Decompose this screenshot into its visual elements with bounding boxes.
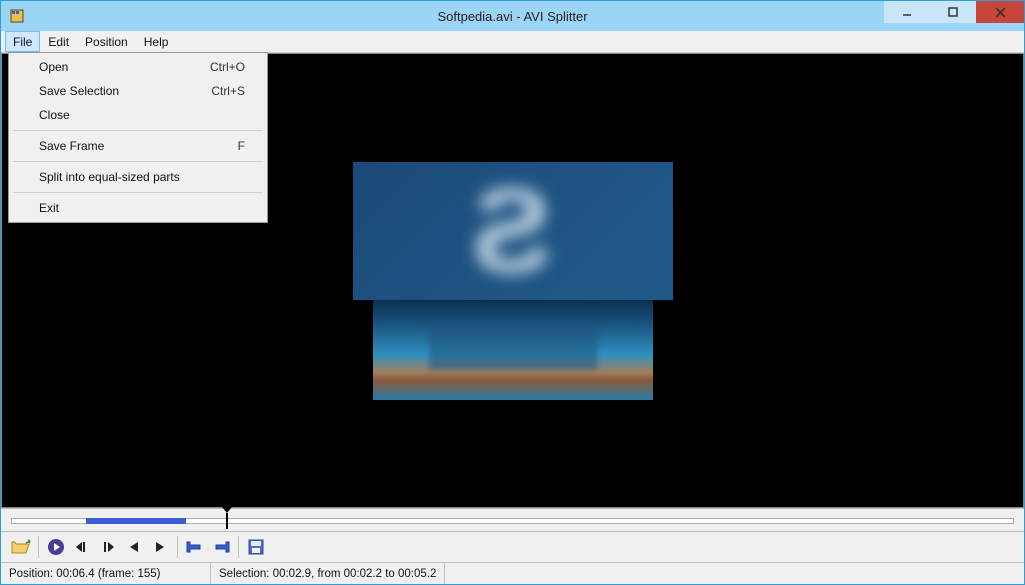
video-frame: S (353, 162, 673, 400)
step-back-button[interactable] (70, 535, 94, 559)
menu-separator (13, 161, 263, 162)
menu-edit[interactable]: Edit (40, 31, 77, 52)
menu-file-open[interactable]: Open Ctrl+O (11, 55, 265, 79)
menubar: File Edit Position Help (1, 31, 1024, 53)
menu-position[interactable]: Position (77, 31, 136, 52)
menu-separator (13, 192, 263, 193)
play-button[interactable] (44, 535, 68, 559)
menu-item-label: Save Selection (39, 84, 119, 98)
menu-separator (13, 130, 263, 131)
menu-file-save-frame[interactable]: Save Frame F (11, 134, 265, 158)
frame-overlay-top: S (353, 162, 673, 300)
titlebar[interactable]: Softpedia.avi - AVI Splitter (1, 1, 1024, 31)
menu-file-split-equal[interactable]: Split into equal-sized parts (11, 165, 265, 189)
toolbar-separator (38, 536, 39, 558)
menu-item-shortcut: Ctrl+O (210, 60, 245, 74)
timeline-selection[interactable] (86, 518, 186, 524)
status-selection: Selection: 00:02.9, from 00:02.2 to 00:0… (211, 563, 445, 584)
step-forward-button[interactable] (96, 535, 120, 559)
app-icon (9, 8, 25, 24)
status-position: Position: 00:06.4 (frame: 155) (1, 563, 211, 584)
maximize-button[interactable] (930, 1, 976, 23)
prev-button[interactable] (122, 535, 146, 559)
menu-item-label: Exit (39, 201, 59, 215)
next-button[interactable] (148, 535, 172, 559)
window-title: Softpedia.avi - AVI Splitter (437, 9, 587, 24)
statusbar: Position: 00:06.4 (frame: 155) Selection… (1, 562, 1024, 584)
mark-in-button[interactable] (183, 535, 207, 559)
menu-item-label: Close (39, 108, 70, 122)
timeline[interactable] (1, 508, 1024, 532)
toolbar-separator (238, 536, 239, 558)
menu-file-close[interactable]: Close (11, 103, 265, 127)
toolbar (1, 532, 1024, 562)
menu-item-label: Save Frame (39, 139, 104, 153)
file-menu-dropdown: Open Ctrl+O Save Selection Ctrl+S Close … (8, 52, 268, 223)
menu-file[interactable]: File (5, 31, 40, 52)
menu-help[interactable]: Help (136, 31, 177, 52)
menu-item-label: Open (39, 60, 68, 74)
frame-overlay-bottom (373, 300, 653, 400)
close-button[interactable] (976, 1, 1024, 23)
logo-letter: S (472, 162, 552, 300)
minimize-button[interactable] (884, 1, 930, 23)
toolbar-separator (177, 536, 178, 558)
menu-item-label: Split into equal-sized parts (39, 170, 180, 184)
menu-file-exit[interactable]: Exit (11, 196, 265, 220)
menu-item-shortcut: F (238, 139, 245, 153)
save-button[interactable] (244, 535, 268, 559)
menu-item-shortcut: Ctrl+S (211, 84, 245, 98)
window-controls (884, 1, 1024, 31)
open-file-button[interactable] (9, 535, 33, 559)
mark-out-button[interactable] (209, 535, 233, 559)
playhead[interactable] (226, 513, 228, 529)
menu-file-save-selection[interactable]: Save Selection Ctrl+S (11, 79, 265, 103)
